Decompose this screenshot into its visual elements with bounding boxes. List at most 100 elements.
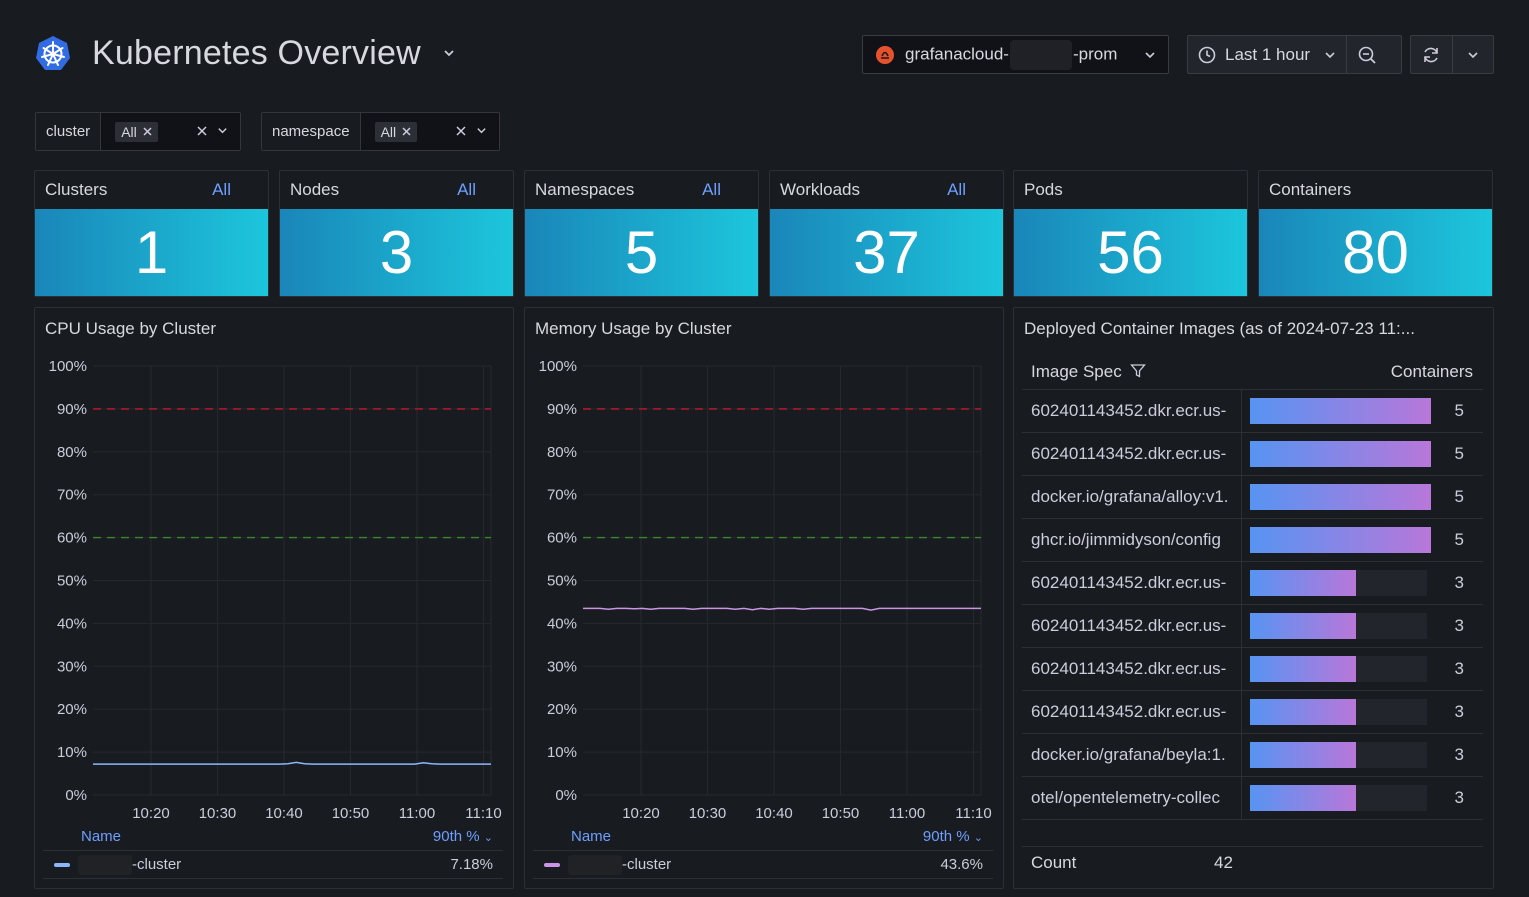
clear-icon[interactable] (197, 125, 207, 136)
memory-usage-panel[interactable]: Memory Usage by Cluster 100% 90% 80% 70% 60%… (524, 307, 1004, 889)
variable-select[interactable]: All (360, 113, 499, 150)
series-line (93, 761, 491, 765)
variable-select[interactable]: All (101, 113, 240, 150)
clear-icon[interactable] (456, 125, 466, 136)
panel-title: Deployed Container Images (as of 2024-07… (1024, 319, 1415, 338)
stat-panel-containers[interactable]: Containers 80 (1258, 170, 1493, 297)
chevron-down-icon[interactable] (476, 125, 487, 136)
legend-name-header[interactable]: Name (81, 828, 121, 845)
container-images-panel[interactable]: Deployed Container Images (as of 2024-07… (1013, 307, 1494, 889)
x-tick-label: 11:00 (889, 805, 925, 822)
stat-link[interactable]: All (457, 180, 476, 200)
stat-panel-pods[interactable]: Pods 56 (1013, 170, 1248, 297)
legend-calc-header[interactable]: 90th % ⌄ (433, 828, 493, 845)
stat-title: Pods (1024, 180, 1063, 199)
chevron-down-icon[interactable] (442, 46, 456, 60)
image-spec-cell: otel/opentelemetry-collec (1022, 777, 1242, 819)
legend-name-header[interactable]: Name (571, 828, 611, 845)
stat-panel-clusters[interactable]: Clusters All 1 (34, 170, 269, 297)
y-tick-label: 30% (547, 658, 577, 675)
y-tick-label: 90% (57, 401, 87, 418)
y-tick-label: 20% (57, 701, 87, 718)
y-tick-label: 90% (547, 401, 577, 418)
image-spec-cell: 602401143452.dkr.ecr.us- (1022, 691, 1242, 733)
dashboard-title[interactable]: Kubernetes Overview (92, 34, 421, 73)
stat-panel-nodes[interactable]: Nodes All 3 (279, 170, 514, 297)
variable-chip[interactable]: All (374, 121, 418, 142)
variable-value: All (121, 123, 137, 140)
bar-gauge-track (1250, 527, 1431, 553)
stat-panel-namespaces[interactable]: Namespaces All 5 (524, 170, 759, 297)
bar-gauge-track (1250, 742, 1427, 768)
legend-calc-header[interactable]: 90th % ⌄ (923, 828, 983, 845)
bar-gauge-fill (1250, 742, 1357, 768)
cpu-usage-chart[interactable]: 100% 90% 80% 70% 60% 50% 40% 30% 20% 10% 0% 10:20 10… (35, 308, 515, 823)
time-range-button[interactable]: Last 1 hour (1188, 36, 1346, 73)
stat-value: 5 (525, 209, 758, 296)
x-tick-label: 10:20 (622, 805, 660, 822)
stat-value: 56 (1014, 209, 1247, 296)
stat-value: 37 (770, 209, 1003, 296)
table-row[interactable]: 602401143452.dkr.ecr.us- 5 (1022, 433, 1483, 476)
container-count-cell: 5 (1454, 530, 1464, 549)
remove-icon[interactable] (402, 127, 411, 136)
variable-namespace[interactable]: namespace All (261, 112, 500, 151)
stat-title: Workloads (780, 180, 860, 199)
refresh-picker[interactable] (1410, 35, 1494, 74)
column-header-containers[interactable]: Containers (1391, 362, 1473, 382)
legend-row[interactable]: -cluster 43.6% (533, 850, 993, 879)
y-tick-label: 80% (547, 444, 577, 461)
chevron-down-icon (1145, 52, 1155, 59)
x-tick-label: 11:00 (399, 805, 435, 822)
remove-icon[interactable] (143, 127, 152, 136)
datasource-picker[interactable]: grafanacloud- -prom (862, 35, 1169, 74)
chevron-down-icon: ⌄ (483, 832, 493, 844)
y-tick-label: 70% (547, 487, 577, 504)
stat-link[interactable]: All (702, 180, 721, 200)
bar-gauge-fill (1250, 527, 1431, 553)
y-tick-label: 50% (547, 573, 577, 590)
datasource-prefix: grafanacloud- (905, 43, 1009, 63)
memory-usage-chart[interactable]: 100% 90% 80% 70% 60% 50% 40% 30% 20% 10% 0% 10:20 10… (525, 308, 1005, 823)
table-row[interactable]: docker.io/grafana/beyla:1. 3 (1022, 734, 1483, 777)
variable-chip[interactable]: All (115, 121, 158, 142)
table-row[interactable]: docker.io/grafana/alloy:v1. 5 (1022, 476, 1483, 519)
variable-cluster[interactable]: cluster All (35, 112, 241, 151)
stat-panel-workloads[interactable]: Workloads All 37 (769, 170, 1004, 297)
table-footer: Count 42 (1022, 846, 1483, 878)
redacted-block (1009, 39, 1072, 70)
time-range-picker[interactable]: Last 1 hour (1187, 35, 1402, 74)
stat-link[interactable]: All (212, 180, 231, 200)
chevron-down-icon[interactable] (217, 125, 228, 136)
container-count-cell: 3 (1454, 659, 1464, 678)
series-value: 7.18% (450, 856, 493, 873)
table-row[interactable]: otel/opentelemetry-collec 3 (1022, 777, 1483, 820)
y-tick-label: 100% (49, 358, 87, 375)
table-row[interactable]: 602401143452.dkr.ecr.us- 3 (1022, 605, 1483, 648)
cpu-usage-panel[interactable]: CPU Usage by Cluster 100% 90% 80% 70% 60% 50%… (34, 307, 514, 889)
zoom-out-button[interactable] (1346, 36, 1387, 73)
refresh-button[interactable] (1411, 36, 1452, 73)
container-count-cell: 3 (1454, 788, 1464, 807)
table-row[interactable]: 602401143452.dkr.ecr.us- 5 (1022, 390, 1483, 433)
filter-icon[interactable] (1130, 363, 1147, 379)
table-row[interactable]: ghcr.io/jimmidyson/config 5 (1022, 519, 1483, 562)
y-tick-label: 60% (57, 530, 87, 547)
column-header-image-spec[interactable]: Image Spec (1031, 362, 1147, 382)
series-line (583, 607, 981, 611)
series-value: 43.6% (940, 856, 983, 873)
table-header: Image Spec Containers (1022, 354, 1483, 390)
table-row[interactable]: 602401143452.dkr.ecr.us- 3 (1022, 691, 1483, 734)
image-spec-cell: 602401143452.dkr.ecr.us- (1022, 648, 1242, 690)
stat-title: Namespaces (535, 180, 635, 199)
x-tick-label: 10:30 (689, 805, 727, 822)
table-row[interactable]: 602401143452.dkr.ecr.us- 3 (1022, 562, 1483, 605)
stat-value: 3 (280, 209, 513, 296)
stat-link[interactable]: All (947, 180, 966, 200)
legend-row[interactable]: -cluster 7.18% (43, 850, 503, 879)
image-spec-cell: docker.io/grafana/beyla:1. (1022, 734, 1242, 776)
image-spec-cell: 602401143452.dkr.ecr.us- (1022, 562, 1242, 604)
table-row[interactable]: 602401143452.dkr.ecr.us- 3 (1022, 648, 1483, 691)
series-name: -cluster (622, 856, 672, 873)
refresh-interval-dropdown[interactable] (1451, 36, 1493, 73)
